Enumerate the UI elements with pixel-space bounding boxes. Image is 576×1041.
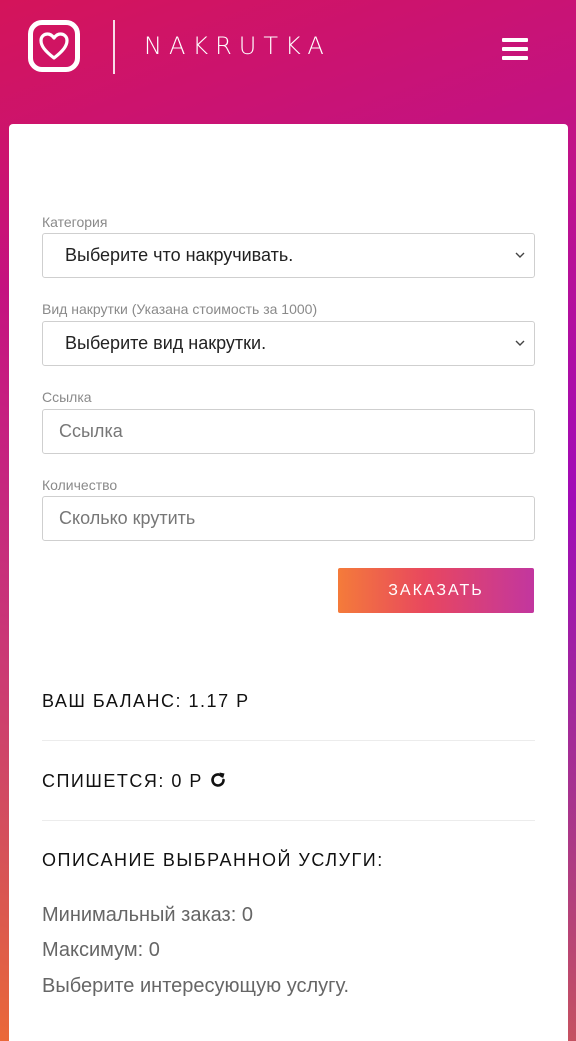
brand-name[interactable]: NAKRUTKA [144, 32, 331, 60]
site-header: NAKRUTKA [0, 0, 576, 120]
link-input[interactable]: Ссылка [42, 409, 535, 454]
divider [42, 740, 535, 741]
service-label: Вид накрутки (Указана стоимость за 1000) [42, 301, 318, 317]
max-order-text: Максимум: 0 [42, 939, 160, 961]
category-label: Категория [42, 214, 108, 230]
order-form-card: Категория Выберите что накручивать. Вид … [9, 124, 568, 1041]
service-select[interactable]: Выберите вид накрутки. [42, 321, 535, 366]
divider [42, 820, 535, 821]
link-label: Ссылка [42, 389, 92, 405]
chevron-down-icon [515, 340, 525, 346]
refresh-icon[interactable] [209, 771, 227, 789]
chevron-down-icon [515, 252, 525, 258]
hamburger-menu-icon[interactable] [502, 38, 528, 60]
link-input-placeholder: Ссылка [59, 421, 123, 441]
quantity-input[interactable]: Сколько крутить [42, 496, 535, 541]
category-select-value: Выберите что накручивать. [65, 245, 294, 265]
order-button[interactable]: ЗАКАЗАТЬ [338, 568, 534, 613]
service-select-value: Выберите вид накрутки. [65, 333, 267, 353]
description-title: ОПИСАНИЕ ВЫБРАННОЙ УСЛУГИ: [42, 850, 384, 870]
quantity-label: Количество [42, 477, 118, 493]
service-hint-text: Выберите интересующую услугу. [42, 975, 350, 997]
quantity-input-placeholder: Сколько крутить [59, 508, 196, 528]
category-select[interactable]: Выберите что накручивать. [42, 233, 535, 278]
charge-text: СПИШЕТСЯ: 0 Р [42, 771, 203, 791]
min-order-text: Минимальный заказ: 0 [42, 904, 253, 926]
logo-divider [113, 20, 115, 74]
balance-text: ВАШ БАЛАНС: 1.17 Р [42, 691, 250, 711]
heart-logo-icon[interactable] [28, 20, 80, 72]
charge-line: СПИШЕТСЯ: 0 Р [42, 771, 227, 792]
